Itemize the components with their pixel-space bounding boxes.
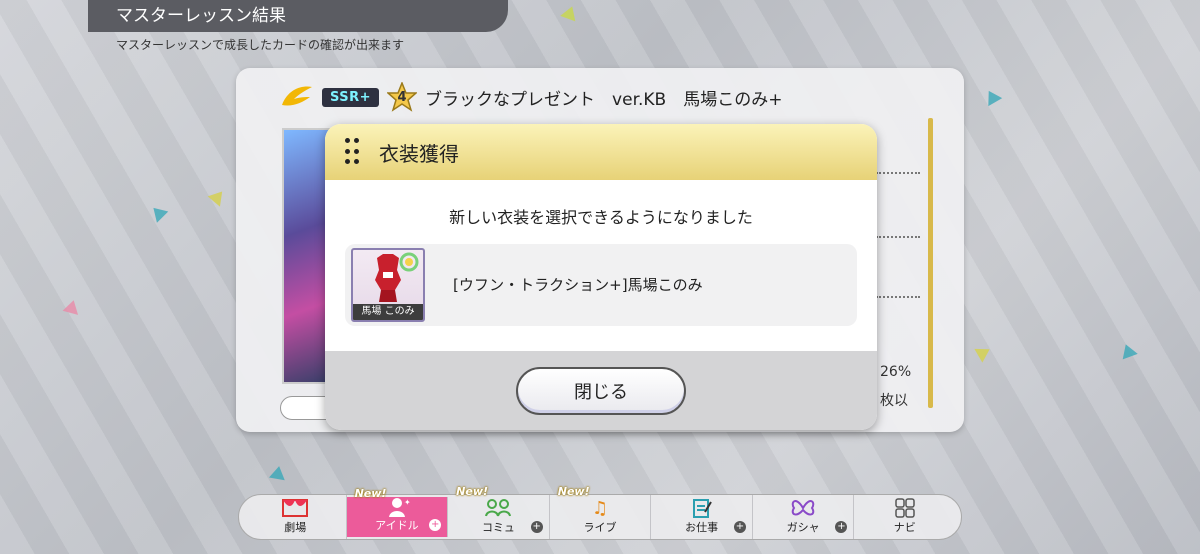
theater-icon — [281, 497, 309, 519]
bottom-nav: 劇場 New! ✦ アイドル + New! コミュ + New! ♫ ライブ お… — [238, 485, 962, 540]
nav-item-theater[interactable]: 劇場 — [245, 495, 347, 539]
commu-icon — [484, 497, 512, 519]
rarity-badge: SSR+ — [322, 87, 380, 107]
rank-star-icon: 4 — [387, 82, 418, 112]
idol-icon: ✦ — [383, 497, 411, 517]
nav-item-gacha[interactable]: ガシャ + — [753, 495, 855, 539]
new-badge: New! — [557, 485, 590, 498]
nav-item-navi[interactable]: ナビ — [854, 495, 955, 539]
close-button[interactable]: 閉じる — [516, 366, 686, 415]
costume-item: 馬場 このみ [ウフン・トラクション+]馬場このみ — [345, 244, 857, 326]
nav-item-commu[interactable]: New! コミュ + — [448, 485, 550, 539]
svg-text:✦: ✦ — [404, 498, 410, 507]
costume-thumb-name: 馬場 このみ — [353, 304, 423, 320]
scrollbar[interactable] — [928, 118, 933, 408]
card-image — [282, 128, 330, 384]
page-subtitle: マスターレッスンで成長したカードの確認が出来ます — [116, 38, 405, 52]
costume-acquired-dialog: 衣装獲得 新しい衣装を選択できるようになりました 馬場 このみ [ウフン・トラク… — [325, 124, 877, 430]
plus-icon: + — [835, 521, 848, 533]
stat-count: 枚以 — [880, 393, 908, 409]
confetti — [268, 464, 288, 481]
plus-icon: + — [733, 521, 746, 533]
divider — [876, 296, 920, 298]
rank-number: 4 — [397, 89, 407, 105]
card-title-row: SSR+ 4 ブラックなプレゼント ver.KB 馬場このみ+ — [280, 82, 782, 112]
nav-label: ライブ — [583, 521, 617, 534]
dialog-body: 新しい衣装を選択できるようになりました 馬場 このみ [ウフン・トラクション+]… — [325, 180, 877, 351]
plus-icon: + — [429, 519, 442, 531]
wing-icon — [280, 85, 314, 109]
new-badge: New! — [354, 487, 387, 500]
card-name: ブラックなプレゼント ver.KB 馬場このみ+ — [425, 89, 783, 110]
nav-label: 劇場 — [284, 521, 307, 534]
nav-label: お仕事 — [685, 521, 719, 534]
page-title: マスターレッスン結果 — [88, 0, 508, 32]
grip-icon — [345, 138, 359, 166]
costume-name: [ウフン・トラクション+]馬場このみ — [453, 276, 703, 294]
nav-item-idol[interactable]: New! ✦ アイドル + — [346, 487, 449, 537]
dialog-footer: 閉じる — [325, 351, 877, 430]
new-badge: New! — [456, 485, 489, 498]
butterfly-icon — [789, 497, 817, 519]
dialog-header: 衣装獲得 — [325, 124, 877, 180]
divider — [876, 172, 920, 174]
nav-item-work[interactable]: お仕事 + — [651, 495, 753, 539]
divider — [876, 236, 920, 238]
costume-icon — [375, 252, 419, 302]
nav-item-live[interactable]: New! ♫ ライブ — [550, 485, 652, 539]
nav-label: アイドル — [375, 519, 419, 532]
music-note-icon: ♫ — [591, 497, 609, 519]
dialog-title: 衣装獲得 — [379, 141, 459, 166]
nav-label: コミュ — [481, 521, 515, 534]
grid-icon — [891, 497, 919, 519]
plus-icon: + — [530, 521, 543, 533]
nav-label: ナビ — [893, 521, 916, 534]
dialog-message: 新しい衣装を選択できるようになりました — [449, 208, 753, 227]
clipboard-icon — [688, 497, 716, 519]
stat-percent: 26% — [880, 364, 912, 380]
costume-thumbnail: 馬場 このみ — [351, 248, 425, 322]
nav-label: ガシャ — [786, 521, 820, 534]
